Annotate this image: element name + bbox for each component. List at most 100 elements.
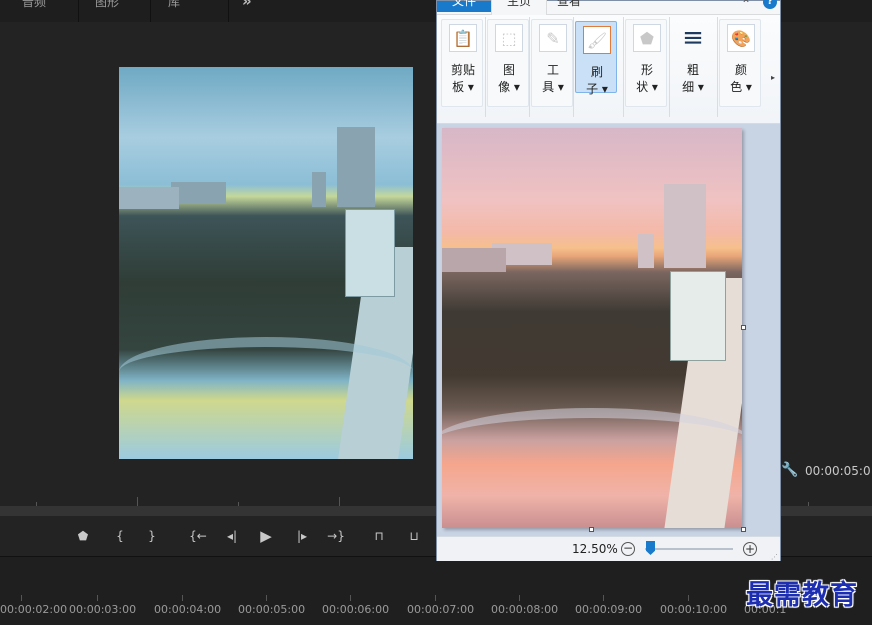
shapes-label: 形状 ▾ [636, 63, 658, 94]
settings-wrench-icon[interactable]: 🔧 [781, 462, 798, 478]
timeline-tick [97, 595, 98, 601]
timeline-label: 00:00:08:00 [491, 603, 559, 616]
preview-ac-unit [345, 209, 395, 297]
tab-separator [78, 0, 79, 22]
tab-audio[interactable]: 音频 [22, 0, 46, 10]
tab-libraries[interactable]: 库 [168, 0, 180, 10]
watermark-logo: 最需教育 [746, 580, 858, 611]
go-to-in-button[interactable]: {← [185, 524, 211, 548]
clipboard-button[interactable]: 📋 剪贴板 ▾ [441, 19, 483, 107]
group-shapes: ⬟ 形状 ▾ [623, 17, 670, 117]
timeline-label: 00:00:09:00 [575, 603, 643, 616]
group-colors: 🎨 颜色 ▾ [717, 17, 765, 117]
canvas-ac-unit [670, 271, 726, 361]
canvas-tower [664, 184, 706, 268]
timeline-label: 00:00:02:00 [0, 603, 68, 616]
select-icon: ⬚ [495, 24, 523, 52]
more-workspaces-icon[interactable]: » [242, 0, 252, 10]
canvas-tower [638, 234, 654, 268]
timeline-tick [21, 595, 22, 601]
zoom-in-button[interactable]: + [743, 542, 757, 556]
timeline-tick [688, 595, 689, 601]
preview-glass-reflection [119, 337, 413, 407]
preview-skyline [171, 182, 226, 204]
group-tools: ✎ 工具 ▾ [529, 17, 574, 117]
paint-canvas-area[interactable] [437, 124, 780, 536]
brushes-button[interactable]: 🖌 刷子 ▾ [575, 21, 617, 96]
timeline-tick [603, 595, 604, 601]
mark-in-button[interactable]: { [107, 524, 133, 548]
timeline-tick [350, 595, 351, 601]
play-button[interactable]: ▶ [253, 524, 279, 548]
resize-handle-corner[interactable] [741, 527, 746, 532]
resize-handle-bottom[interactable] [589, 527, 594, 532]
brushes-label: 刷子 ▾ [586, 65, 608, 96]
add-marker-button[interactable]: ⬟ [70, 524, 96, 548]
extract-button[interactable]: ⊔ [401, 524, 427, 548]
collapse-ribbon-icon[interactable]: ⌃ [741, 0, 751, 11]
zoom-slider-thumb[interactable] [646, 541, 655, 555]
paint-window: 文件 主页 查看 ⌃ ? 📋 剪贴板 ▾ ⬚ 图像 ▾ ✎ 工具 ▾ � [436, 0, 781, 561]
ribbon-home: 📋 剪贴板 ▾ ⬚ 图像 ▾ ✎ 工具 ▾ 🖌 刷子 ▾ ⬟ 形 状 ▾ ≡ 粗… [437, 15, 780, 124]
colors-button[interactable]: 🎨 颜色 ▾ [719, 19, 761, 107]
zoom-level: 12.50% [572, 542, 618, 556]
canvas-glass-reflection [442, 408, 742, 478]
step-back-button[interactable]: ◂| [219, 524, 245, 548]
ruler-tick [137, 497, 138, 506]
image-label: 图像 ▾ [498, 63, 520, 94]
group-size: ≡ 粗细 ▾ [669, 17, 718, 117]
timeline-tick [435, 595, 436, 601]
zoom-slider-track[interactable] [645, 548, 733, 550]
tab-separator [228, 0, 229, 22]
status-bar: 12.50% − + ⋰ [437, 536, 780, 561]
ribbon-scroll-right-icon[interactable]: ▸ [771, 73, 775, 82]
timeline-label: 00:00:10:00 [660, 603, 728, 616]
timeline-label: 00:00:04:00 [154, 603, 222, 616]
tab-file-label: 文件 [451, 0, 476, 8]
tab-home[interactable]: 主页 [491, 0, 547, 15]
shapes-button[interactable]: ⬟ 形状 ▾ [625, 19, 667, 107]
ribbon-tab-bar: 文件 主页 查看 ⌃ ? [437, 0, 780, 15]
duration-timecode: 00:00:05:0 [805, 464, 871, 478]
timeline-label: 00:00:07:00 [407, 603, 475, 616]
image-button[interactable]: ⬚ 图像 ▾ [487, 19, 529, 107]
zoom-out-button[interactable]: − [621, 542, 635, 556]
lift-button[interactable]: ⊓ [366, 524, 392, 548]
tab-home-label: 主页 [506, 0, 531, 8]
group-clipboard: 📋 剪贴板 ▾ [439, 17, 486, 117]
preview-tower [337, 127, 375, 207]
tab-file[interactable]: 文件 [437, 0, 491, 12]
group-brushes: 🖌 刷子 ▾ [573, 17, 624, 117]
palette-icon: 🎨 [727, 24, 755, 52]
clipboard-icon: 📋 [449, 24, 477, 52]
size-label: 粗细 ▾ [682, 63, 704, 94]
colors-label: 颜色 ▾ [730, 63, 752, 94]
tab-graphics[interactable]: 图形 [95, 0, 119, 10]
paint-canvas-image[interactable] [442, 128, 742, 528]
resize-handle-right[interactable] [741, 325, 746, 330]
tools-label: 工具 ▾ [542, 63, 564, 94]
preview-roof [119, 187, 179, 209]
timeline-ruler[interactable]: 00:00:02:00 00:00:03:00 00:00:04:00 00:0… [0, 556, 872, 625]
program-preview-image [119, 67, 413, 459]
timeline-tick [182, 595, 183, 601]
resize-grip-icon[interactable]: ⋰ [771, 553, 778, 561]
timeline-label: 00:00:05:00 [238, 603, 306, 616]
mark-out-button[interactable]: } [139, 524, 165, 548]
timeline-label: 00:00:03:00 [69, 603, 137, 616]
line-width-icon: ≡ [682, 23, 704, 53]
help-icon[interactable]: ? [763, 0, 777, 9]
size-button[interactable]: ≡ 粗细 ▾ [671, 19, 713, 107]
brush-icon: 🖌 [583, 26, 611, 54]
step-forward-button[interactable]: |▸ [289, 524, 315, 548]
ruler-tick [339, 497, 340, 506]
clipboard-label: 剪贴板 ▾ [450, 63, 475, 94]
preview-tower [312, 172, 326, 207]
go-to-out-button[interactable]: →} [323, 524, 349, 548]
tab-view-label: 查看 [557, 0, 582, 8]
tab-separator [150, 0, 151, 22]
timeline-tick [266, 595, 267, 601]
tools-button[interactable]: ✎ 工具 ▾ [531, 19, 573, 107]
canvas-roof [442, 248, 506, 272]
pencil-icon: ✎ [539, 24, 567, 52]
